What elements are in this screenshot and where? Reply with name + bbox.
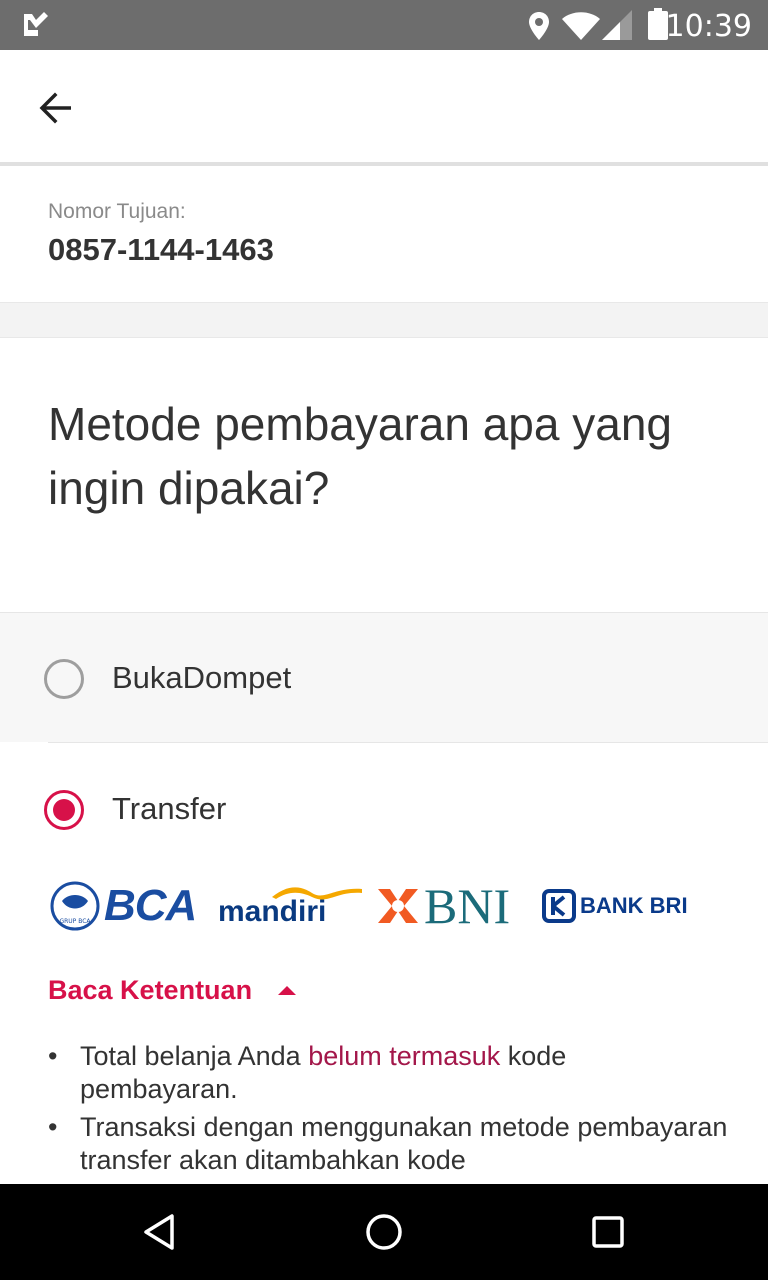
option-label-bukadompet: BukaDompet (112, 660, 292, 695)
navigation-bar (0, 1184, 768, 1280)
bca-wordmark: BCA (104, 881, 197, 930)
bni-logo: BNI (376, 876, 510, 936)
caret-up-icon (278, 985, 297, 995)
mandiri-logo: mandiri (218, 876, 362, 936)
app-bar (0, 50, 768, 162)
option-bukadompet[interactable]: BukaDompet (0, 612, 768, 742)
terms-toggle-label: Baca Ketentuan (48, 974, 253, 1005)
mandiri-wordmark: mandiri (218, 895, 327, 928)
nav-back-button[interactable] (136, 1208, 184, 1256)
location-icon (529, 12, 549, 40)
bri-wordmark: BANK BRI (580, 893, 688, 918)
radio-transfer[interactable] (44, 790, 84, 830)
bni-wordmark: BNI (424, 878, 511, 934)
bri-logo: BANK BRI (542, 876, 688, 936)
terms-item-text: Total belanja Anda (80, 1041, 309, 1071)
section-gap (0, 302, 768, 338)
terms-item-highlight: belum termasuk (308, 1041, 501, 1071)
recents-square-icon (592, 1216, 624, 1248)
nav-home-button[interactable] (360, 1208, 408, 1256)
svg-text:GRUP BCA: GRUP BCA (59, 918, 91, 925)
destination-section: Nomor Tujuan: 0857-1144-1463 (0, 166, 768, 302)
option-label-transfer: Transfer (112, 791, 227, 826)
nav-recents-button[interactable] (584, 1208, 632, 1256)
payment-method-question: Metode pembayaran apa yang ingin dipakai… (48, 398, 672, 514)
back-button[interactable] (24, 80, 88, 136)
terms-item-text: Transaksi dengan menggunakan metode pemb… (80, 1112, 728, 1175)
bca-emblem-icon: GRUP BCA (50, 881, 100, 931)
home-circle-icon (366, 1214, 402, 1250)
app-check-icon (24, 12, 48, 36)
terms-item: • Transaksi dengan menggunakan metode pe… (48, 1111, 728, 1177)
status-time: 10:39 (665, 9, 752, 44)
option-transfer[interactable]: Transfer (0, 744, 768, 874)
back-triangle-icon (144, 1214, 174, 1250)
terms-toggle[interactable]: Baca Ketentuan (48, 970, 297, 1010)
arrow-left-icon (39, 92, 71, 124)
bni-46-icon (378, 889, 418, 923)
terms-item: • Total belanja Anda belum termasuk kode… (48, 1040, 728, 1106)
bca-logo: GRUP BCA BCA (50, 876, 197, 936)
bullet-icon: • (48, 1041, 58, 1071)
destination-label: Nomor Tujuan: (48, 200, 186, 223)
status-bar: 10:39 (0, 0, 768, 50)
bri-emblem-icon (542, 889, 576, 923)
option-divider (48, 742, 768, 743)
terms-list: • Total belanja Anda belum termasuk kode… (48, 1040, 728, 1182)
destination-number: 0857-1144-1463 (48, 232, 274, 267)
radio-bukadompet[interactable] (44, 659, 84, 699)
bullet-icon: • (48, 1112, 58, 1142)
bank-logos: GRUP BCA BCA mandiri BNI BANK BRI (50, 876, 710, 936)
signal-icon (602, 10, 632, 40)
wifi-icon (562, 12, 600, 40)
